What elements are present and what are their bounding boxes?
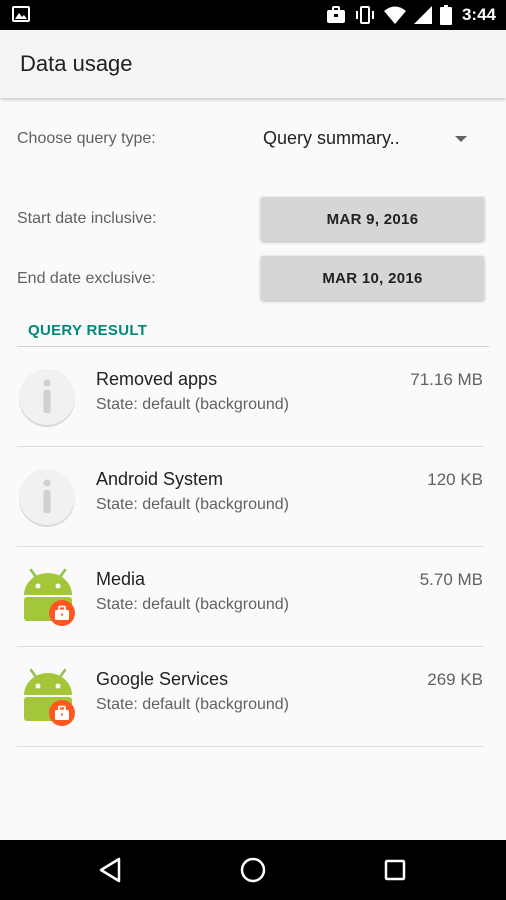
- list-item-state: State: default (background): [96, 596, 290, 613]
- recents-icon[interactable]: [380, 855, 410, 885]
- list-item[interactable]: Media State: default (background) 5.70 M…: [0, 547, 506, 647]
- start-date-button[interactable]: MAR 9, 2016: [261, 197, 484, 241]
- list-item-name: Android System: [96, 469, 224, 489]
- end-date-button[interactable]: MAR 10, 2016: [261, 256, 484, 300]
- vibrate-icon: [355, 6, 374, 24]
- briefcase-icon: [326, 6, 345, 23]
- list-item-name: Media: [96, 569, 146, 589]
- list-item-size: 71.16 MB: [410, 370, 483, 389]
- back-icon[interactable]: [96, 855, 126, 885]
- app-bar: Data usage: [0, 30, 506, 98]
- list-item-name: Removed apps: [96, 369, 218, 389]
- list-item-state: State: default (background): [96, 696, 290, 713]
- list-item-size: 5.70 MB: [419, 570, 483, 589]
- list-item-name: Google Services: [96, 669, 229, 689]
- list-item-size: 120 KB: [427, 470, 483, 489]
- query-type-value: Query summary..: [263, 128, 400, 148]
- list-item[interactable]: Removed apps State: default (background)…: [0, 347, 506, 447]
- list-item-state: State: default (background): [96, 496, 290, 513]
- row-divider: [17, 746, 484, 747]
- generic-app-icon: [19, 469, 75, 527]
- start-date-label: Start date inclusive:: [17, 210, 157, 227]
- list-item-state: State: default (background): [96, 396, 290, 413]
- android-work-icon: [24, 568, 75, 626]
- end-date-label: End date exclusive:: [17, 270, 156, 287]
- list-item[interactable]: Google Services State: default (backgrou…: [0, 647, 506, 747]
- home-icon[interactable]: [238, 855, 268, 885]
- query-type-label: Choose query type:: [17, 130, 156, 147]
- wifi-icon: [383, 6, 406, 24]
- status-time: 3:44: [461, 5, 496, 24]
- battery-icon: [439, 5, 452, 25]
- query-type-spinner[interactable]: Query summary..: [262, 128, 477, 154]
- image-icon: [12, 6, 30, 22]
- dropdown-arrow-icon: [455, 136, 467, 142]
- status-bar: 3:44: [0, 0, 506, 30]
- page-title: Data usage: [20, 51, 133, 76]
- navigation-bar: [0, 840, 506, 900]
- android-work-icon: [24, 668, 75, 726]
- query-result-header: QUERY RESULT: [28, 322, 148, 339]
- generic-app-icon: [19, 369, 75, 427]
- signal-icon: [413, 6, 432, 24]
- list-item[interactable]: Android System State: default (backgroun…: [0, 447, 506, 547]
- list-item-size: 269 KB: [427, 670, 483, 689]
